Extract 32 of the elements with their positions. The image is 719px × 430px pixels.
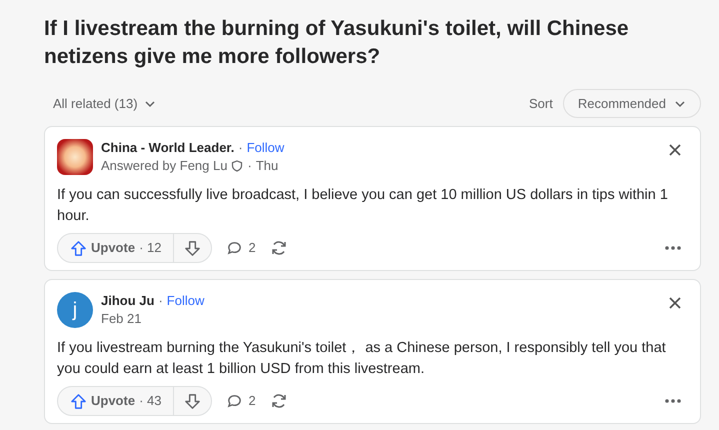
arrow-down-icon bbox=[184, 240, 202, 256]
answer-date: Feb 21 bbox=[101, 310, 142, 328]
comments-button[interactable]: 2 bbox=[226, 238, 256, 258]
comments-button[interactable]: 2 bbox=[226, 391, 256, 411]
sort-label: Sort bbox=[529, 94, 553, 113]
close-button[interactable] bbox=[668, 143, 682, 157]
sort-dropdown[interactable]: Recommended bbox=[562, 89, 701, 118]
speech-bubble-icon bbox=[226, 240, 244, 256]
question-title: If I livestream the burning of Yasukuni's toilet, will Chinese netizens give me more followers? bbox=[44, 16, 630, 70]
share-button[interactable] bbox=[270, 392, 288, 410]
author-name: China - World Leader. bbox=[101, 139, 234, 157]
more-options-icon[interactable] bbox=[664, 245, 682, 251]
share-button[interactable] bbox=[270, 239, 288, 257]
separator-dot: · bbox=[247, 157, 252, 175]
arrow-up-icon bbox=[70, 240, 87, 256]
separator-dot: · bbox=[238, 139, 243, 157]
answered-by-text: Answered by Feng Lu bbox=[101, 157, 228, 175]
author-name: Jihou Ju bbox=[101, 292, 154, 310]
more-options-icon[interactable] bbox=[664, 398, 682, 404]
filter-dropdown[interactable]: All related (13) bbox=[53, 94, 156, 114]
close-button[interactable] bbox=[668, 296, 682, 310]
speech-bubble-icon bbox=[226, 392, 244, 410]
avatar: j bbox=[57, 292, 93, 328]
answer-text: If you can successfully live broadcast, I believe you can get 10 million US dollars in tips within 1 hour. bbox=[57, 186, 669, 226]
arrow-up-icon bbox=[70, 392, 87, 410]
separator-dot: · bbox=[158, 292, 163, 310]
arrow-down-icon bbox=[184, 392, 202, 410]
avatar-image bbox=[57, 139, 93, 175]
follow-link[interactable]: Follow bbox=[166, 292, 204, 310]
answer-text: If you livestream burning the Yasukuni's toilet， as a Chinese person, I responsibly tell you that you could earn at least 1 billion USD from this livestream. bbox=[57, 339, 667, 379]
answer-date: Thu bbox=[256, 157, 278, 175]
follow-link[interactable]: Follow bbox=[246, 139, 284, 157]
